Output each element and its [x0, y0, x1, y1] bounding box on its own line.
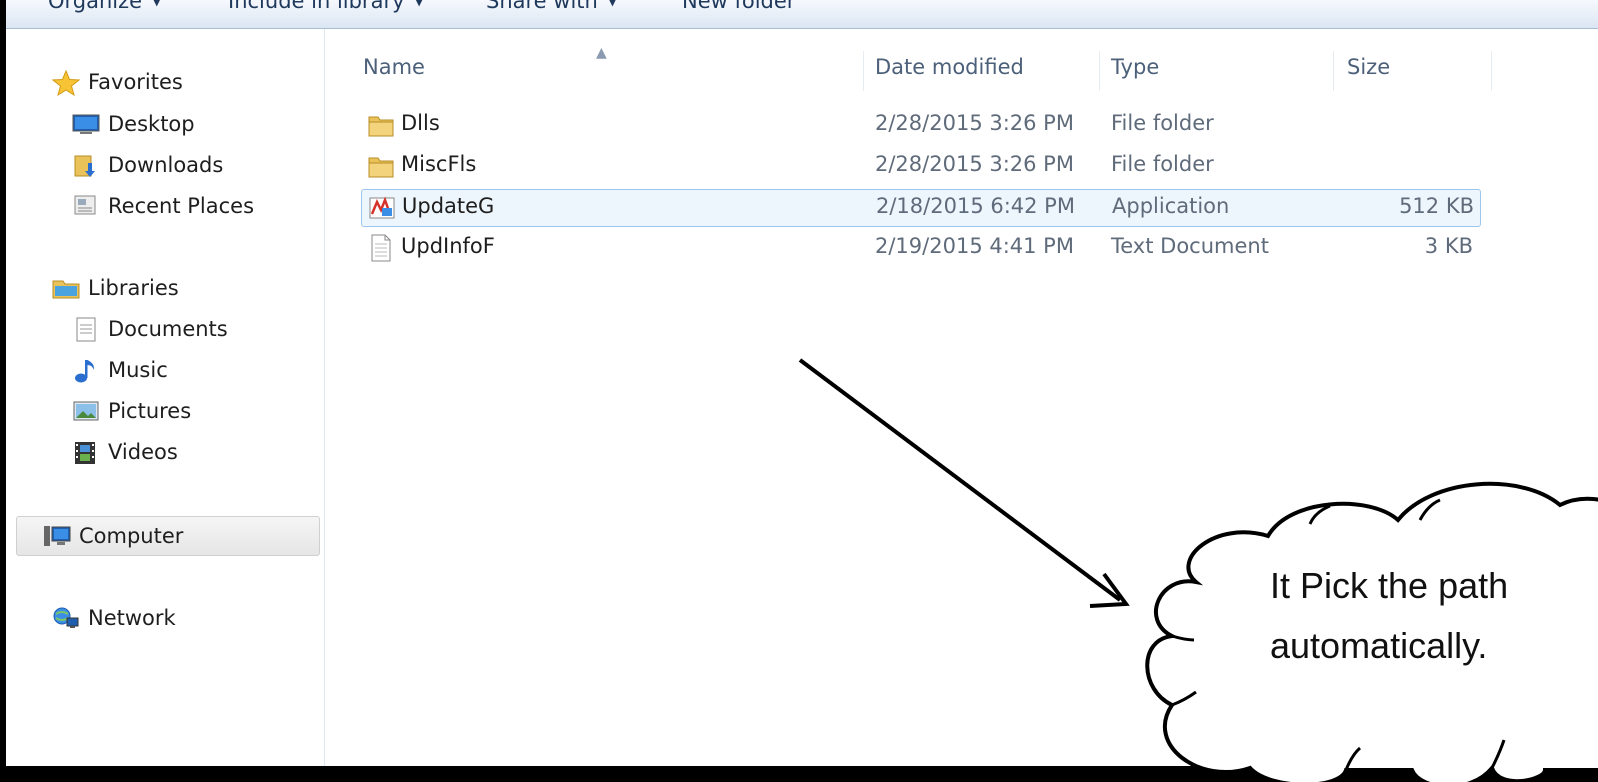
computer-icon [43, 524, 71, 548]
nav-label: Recent Places [108, 194, 255, 218]
share-with-button[interactable]: Share with ▼ [486, 0, 617, 13]
nav-label: Desktop [108, 112, 195, 136]
command-bar: Organize ▼ Include in library ▼ Share with… [6, 0, 1598, 29]
nav-item-computer[interactable]: Computer [16, 516, 320, 556]
file-row[interactable]: UpdInfoF 2/19/2015 4:41 PM Text Document… [361, 230, 1481, 268]
nav-item-pictures[interactable]: Pictures [72, 394, 191, 428]
organize-label: Organize [48, 0, 143, 13]
file-type: File folder [1111, 152, 1214, 176]
file-date-modified: 2/28/2015 3:26 PM [875, 152, 1074, 176]
file-row-selected[interactable]: UpdateG 2/18/2015 6:42 PM Application 51… [361, 189, 1481, 227]
pictures-icon [72, 399, 100, 423]
network-icon [52, 606, 80, 630]
file-name: MiscFls [401, 152, 477, 176]
share-with-label: Share with [486, 0, 598, 13]
nav-label: Favorites [88, 70, 183, 94]
column-divider[interactable] [1333, 51, 1334, 91]
file-name: UpdInfoF [401, 234, 495, 258]
nav-label: Libraries [88, 276, 179, 300]
nav-label: Documents [108, 317, 228, 341]
column-header-date-modified[interactable]: Date modified [875, 55, 1024, 79]
nav-label: Videos [108, 440, 178, 464]
file-list[interactable]: ▲ Name Date modified Type Size Dlls 2/28… [325, 29, 1598, 766]
column-header-name[interactable]: Name [363, 55, 425, 79]
navigation-pane[interactable]: Favorites Desktop Downloads Recent Place… [6, 29, 325, 766]
column-divider[interactable] [863, 51, 864, 91]
file-size: 3 KB [1424, 234, 1473, 258]
file-type: Application [1112, 194, 1230, 218]
nav-item-music[interactable]: Music [72, 353, 168, 387]
documents-icon [72, 317, 100, 342]
file-date-modified: 2/18/2015 6:42 PM [876, 194, 1075, 218]
include-in-library-button[interactable]: Include in library ▼ [228, 0, 424, 13]
music-note-icon [72, 358, 100, 383]
recent-places-icon [72, 194, 100, 218]
file-date-modified: 2/19/2015 4:41 PM [875, 234, 1074, 258]
sort-ascending-icon: ▲ [596, 45, 607, 61]
new-folder-label: New folder [682, 0, 796, 13]
chevron-down-icon: ▼ [152, 0, 162, 8]
column-header-type[interactable]: Type [1111, 55, 1159, 79]
nav-item-network[interactable]: Network [52, 601, 176, 635]
desktop-icon [72, 112, 100, 136]
nav-label: Pictures [108, 399, 192, 423]
nav-item-favorites[interactable]: Favorites [51, 65, 183, 99]
explorer-window: Organize ▼ Include in library ▼ Share with… [6, 0, 1598, 766]
column-header-size[interactable]: Size [1347, 55, 1390, 79]
column-divider[interactable] [1099, 51, 1100, 91]
nav-item-documents[interactable]: Documents [72, 312, 228, 346]
organize-button[interactable]: Organize ▼ [48, 0, 161, 13]
include-in-library-label: Include in library [228, 0, 405, 13]
nav-item-videos[interactable]: Videos [72, 435, 178, 469]
file-type: File folder [1111, 111, 1214, 135]
file-row[interactable]: MiscFls 2/28/2015 3:26 PM File folder [361, 148, 1481, 186]
file-type: Text Document [1111, 234, 1269, 258]
libraries-icon [52, 276, 80, 300]
chevron-down-icon: ▼ [414, 0, 424, 8]
file-row[interactable]: Dlls 2/28/2015 3:26 PM File folder [361, 107, 1481, 145]
chevron-down-icon: ▼ [607, 0, 618, 8]
file-name: Dlls [401, 111, 440, 135]
star-icon [51, 69, 81, 97]
file-date-modified: 2/28/2015 3:26 PM [875, 111, 1074, 135]
film-icon [72, 440, 100, 464]
nav-item-recent-places[interactable]: Recent Places [72, 189, 254, 223]
downloads-folder-icon [72, 153, 100, 177]
nav-label: Network [88, 606, 176, 630]
nav-label: Computer [79, 524, 184, 548]
column-divider[interactable] [1491, 51, 1492, 91]
file-name: UpdateG [402, 194, 495, 218]
nav-label: Downloads [108, 153, 224, 177]
nav-item-downloads[interactable]: Downloads [72, 148, 223, 182]
nav-label: Music [108, 358, 168, 382]
file-size: 512 KB [1399, 194, 1474, 218]
nav-item-libraries[interactable]: Libraries [52, 271, 179, 305]
nav-item-desktop[interactable]: Desktop [72, 107, 195, 141]
new-folder-button[interactable]: New folder [682, 0, 795, 13]
